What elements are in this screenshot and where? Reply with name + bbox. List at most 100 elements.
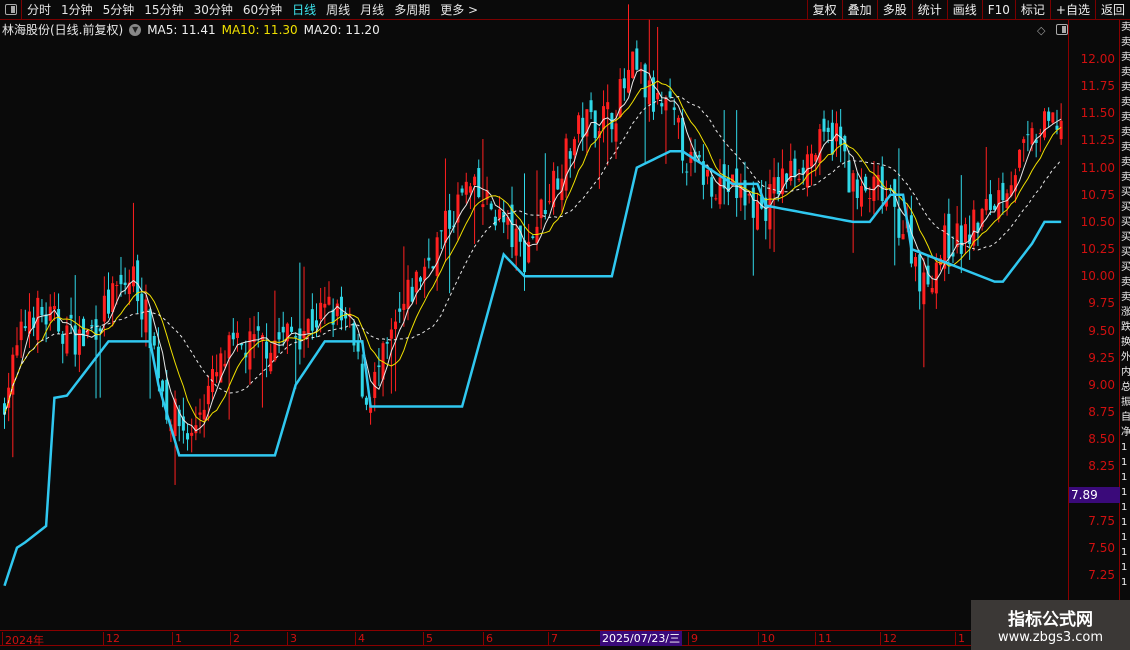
candle-body (406, 279, 410, 310)
candle-body (61, 334, 65, 344)
candle-body (215, 372, 219, 377)
date-label: 1 (955, 632, 965, 646)
candle-body (161, 380, 165, 392)
price-tick: 9.50 (1088, 323, 1115, 338)
candle-body (468, 186, 472, 193)
candle-body (1059, 120, 1063, 140)
candle-body (589, 100, 593, 113)
candle-body (1030, 128, 1034, 145)
candle-body (186, 433, 190, 440)
candle-body (710, 177, 714, 197)
candle-body (502, 211, 506, 223)
candle-body (572, 139, 576, 156)
price-tick: 8.50 (1088, 432, 1115, 447)
candle-body (65, 325, 69, 354)
candle-body (323, 303, 327, 308)
ma20-line (4, 96, 1062, 415)
candle-body (19, 321, 23, 341)
candle-body (281, 326, 285, 333)
price-tick: 10.25 (1080, 242, 1115, 257)
date-label: 2 (230, 632, 240, 646)
candle-body (356, 341, 360, 352)
candle-body (851, 173, 855, 192)
candle-body (1026, 134, 1030, 136)
price-tick: 11.25 (1080, 133, 1115, 148)
candle-body (202, 409, 206, 420)
candle-body (755, 201, 759, 230)
candle-body (614, 123, 618, 142)
candle-body (443, 210, 447, 243)
candle-body (835, 123, 838, 142)
side-info-strip[interactable]: 卖卖卖卖卖卖卖卖卖卖卖买买买买买买卖卖涨跌换外内总振自净1111111111 (1121, 20, 1130, 630)
price-tick: 9.25 (1088, 350, 1115, 365)
candle-body (265, 341, 269, 359)
candle-body (90, 325, 94, 327)
candle-body (984, 199, 988, 211)
candle-body (256, 326, 260, 331)
candle-body (57, 308, 61, 332)
candle-body (77, 329, 81, 355)
candle-body (676, 117, 680, 123)
candle-body (622, 78, 626, 89)
candle-body (810, 153, 814, 167)
candle-body (398, 308, 402, 312)
candle-body (310, 309, 314, 331)
date-label: 6 (483, 632, 493, 646)
candle-body (581, 117, 585, 138)
candle-body (514, 228, 518, 256)
candle-body (419, 277, 422, 282)
date-label: 7 (548, 632, 558, 646)
candle-body (681, 117, 685, 161)
candle-body (668, 91, 672, 98)
date-axis: 2024年 12 1 2 3 4 5 6 7 9 10 11 12 1 2025/07/23/三 (0, 630, 1068, 647)
candle-body (656, 92, 660, 100)
candle-body (643, 64, 647, 98)
price-tick: 7.50 (1088, 540, 1115, 555)
candle-body (115, 285, 119, 287)
price-tick: 7.25 (1088, 567, 1115, 582)
candle-body (290, 326, 294, 332)
candle-body (448, 210, 452, 229)
candle-body (394, 321, 398, 330)
candle-body (635, 48, 639, 70)
candle-body (389, 329, 393, 339)
price-tick: 12.00 (1080, 52, 1115, 66)
candle-body (82, 318, 86, 347)
price-axis: 12.00 11.75 11.50 11.25 11.00 10.75 10.50 10.25… (1068, 20, 1120, 630)
candle-body (144, 299, 148, 333)
candle-body (631, 51, 635, 79)
candle-body (672, 107, 676, 110)
candle-body (294, 336, 298, 338)
date-label: 5 (423, 632, 433, 646)
candle-body (660, 103, 664, 107)
candle-body (231, 332, 235, 340)
candle-body (206, 385, 210, 405)
candle-body (40, 306, 44, 316)
candle-body (963, 224, 967, 243)
candle-body (959, 225, 963, 254)
candlestick-chart[interactable] (0, 0, 1068, 630)
candle-body (464, 181, 468, 195)
candle-body (822, 118, 826, 132)
candle-body (198, 412, 202, 415)
date-label: 12 (880, 632, 897, 646)
stop-line (3, 150, 1062, 587)
price-tick: 11.00 (1080, 160, 1115, 175)
candle-body (402, 303, 406, 310)
candle-body (818, 129, 822, 164)
candle-body (94, 319, 98, 340)
candle-body (564, 138, 568, 191)
date-label: 2024年 (2, 632, 44, 647)
candle-body (847, 161, 851, 193)
candle-body (439, 230, 443, 232)
price-tick: 11.75 (1080, 79, 1115, 94)
toolbar-button[interactable]: 返回 (1094, 0, 1130, 20)
candle-body (477, 168, 481, 198)
ma5-line (4, 69, 1062, 432)
candle-body (102, 295, 106, 322)
candle-body (685, 171, 689, 173)
candle-body (868, 198, 872, 200)
watermark: 指标公式网 www.zbgs3.com (971, 600, 1130, 650)
candle-body (897, 208, 901, 238)
candle-body (235, 332, 239, 338)
